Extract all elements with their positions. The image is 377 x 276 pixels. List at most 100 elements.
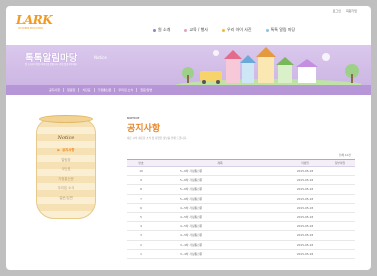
row-attachment	[325, 184, 355, 195]
logo-text: LARK	[16, 13, 53, 27]
subnav-item-qna[interactable]: 질문/답변	[137, 88, 155, 92]
row-date: 2015-05-18	[285, 212, 325, 223]
row-number: 9	[127, 175, 155, 186]
banner-title-en: Notice	[94, 55, 107, 60]
table-row[interactable]: 8 5~6차 가정통신문 2015-05-18	[127, 184, 355, 195]
nav-label: 톡톡 알림 마당	[270, 27, 296, 32]
bullet-icon	[221, 28, 225, 32]
row-number: 1	[127, 249, 155, 259]
column-header: 번호	[127, 159, 155, 167]
arrow-right-icon: ▶	[57, 148, 61, 152]
subnav-item-home-news[interactable]: 우리집 소식	[115, 88, 138, 92]
row-number: 5	[127, 212, 155, 223]
page-frame: LARK CHILDREN EDUCATION 로그인 회원가입 원 소개 교육…	[6, 6, 371, 270]
table-row[interactable]: 7 5~6차 가정통신문 2015-05-18	[127, 194, 355, 204]
row-title-link[interactable]: 3~4차 가정통신문	[155, 240, 285, 250]
side-item-home-news[interactable]: 우리집 소식	[36, 184, 96, 194]
nav-label: 우리 아이 사진	[226, 27, 252, 32]
side-item-letter[interactable]: 가정통신문	[36, 175, 96, 185]
subnav-item-notice[interactable]: 공지사항	[46, 88, 65, 92]
row-number: 6	[127, 203, 155, 213]
row-attachment	[325, 221, 355, 232]
bullet-icon	[184, 28, 188, 32]
section-label: NOTICE	[127, 116, 140, 120]
column-header: 첨부파일	[325, 159, 355, 167]
row-date: 2015-05-18	[285, 230, 325, 241]
row-date: 2015-05-18	[285, 175, 325, 186]
side-item-qna[interactable]: 질문/답변	[36, 194, 96, 204]
banner-title: 톡톡알림마당	[25, 53, 78, 64]
row-title-link[interactable]: 4~5차 가정통신문	[155, 212, 285, 223]
table-body: 10 5~6차 가정통신문 2015-05-18 9 5~6차 가정통신문 2015-05…	[127, 166, 355, 259]
page-title: 공지사항	[127, 124, 161, 134]
row-attachment	[325, 194, 355, 204]
total-count: 전체 10건	[338, 153, 351, 157]
row-attachment	[325, 249, 355, 259]
table-row[interactable]: 10 5~6차 가정통신문 2015-05-18	[127, 166, 355, 177]
side-menu-list: ▶ 공지사항 알림장 식단표 가정통신문 우리집 소식 질문/답변	[36, 146, 96, 203]
row-date: 2015-05-18	[285, 166, 325, 177]
main-nav: 원 소개 교육 / 행사 우리 아이 사진 톡톡 알림 마당	[146, 27, 302, 33]
side-menu: Notice ▶ 공지사항 알림장 식단표 가정통신문 우리집 소식 질문/답변	[36, 115, 96, 219]
row-title-link[interactable]: 4~5차 가정통신문	[155, 221, 285, 232]
logo[interactable]: LARK CHILDREN EDUCATION	[16, 13, 56, 35]
row-attachment	[325, 240, 355, 250]
row-date: 2015-05-18	[285, 194, 325, 204]
bullet-icon	[153, 28, 156, 32]
nav-item-photos[interactable]: 우리 아이 사진	[215, 27, 259, 33]
table-row[interactable]: 1 3~4차 가정통신문 2015-05-18	[127, 249, 355, 259]
nav-item-notice[interactable]: 톡톡 알림 마당	[259, 27, 303, 33]
row-title-link[interactable]: 5~6차 가정통신문	[155, 166, 285, 177]
row-title-link[interactable]: 3~4차 가정통신문	[155, 249, 285, 259]
row-date: 2015-05-18	[285, 249, 325, 259]
side-item-memo[interactable]: 알림장	[36, 156, 96, 166]
nav-item-about[interactable]: 원 소개	[146, 27, 177, 33]
row-date: 2015-05-18	[285, 184, 325, 195]
row-title-link[interactable]: 5~6차 가정통신문	[155, 175, 285, 186]
side-item-notice[interactable]: ▶ 공지사항	[36, 146, 96, 156]
join-link[interactable]: 회원가입	[346, 9, 357, 13]
row-number: 8	[127, 184, 155, 195]
row-title-link[interactable]: 4~5차 가정통신문	[155, 230, 285, 241]
side-item-menu[interactable]: 식단표	[36, 165, 96, 175]
table-row[interactable]: 4 4~5차 가정통신문 2015-05-18	[127, 221, 355, 232]
nav-label: 원 소개	[158, 27, 171, 32]
side-menu-cap	[39, 115, 93, 123]
page-banner: 톡톡알림마당 Notice 원 소식과 다양한 이야기를 전합니다. 관심 있게…	[6, 45, 371, 85]
row-date: 2015-05-18	[285, 221, 325, 232]
notice-table: 번호 제목 작성일 첨부파일 10 5~6차 가정통신문 2015-05-18 9 5~…	[127, 159, 355, 259]
side-menu-title: Notice	[57, 135, 75, 141]
page-description: 새로 시작 새로운 소식 및 다양한 정보를 전해 드립니다.	[127, 137, 187, 140]
logo-tagline: CHILDREN EDUCATION	[18, 27, 43, 30]
row-attachment	[325, 203, 355, 213]
main-content: NOTICE 공지사항 새로 시작 새로운 소식 및 다양한 정보를 전해 드립…	[127, 116, 355, 259]
subnav-item-menu[interactable]: 식단표	[79, 88, 95, 92]
sub-nav: 공지사항 알림장 식단표 가정통신문 우리집 소식 질문/답변	[6, 85, 371, 95]
town-illustration	[176, 47, 361, 85]
column-header: 작성일	[285, 159, 325, 167]
row-number: 2	[127, 240, 155, 250]
row-number: 7	[127, 194, 155, 204]
row-date: 2015-05-18	[285, 203, 325, 213]
row-title-link[interactable]: 5~6차 가정통신문	[155, 194, 285, 204]
table-row[interactable]: 3 4~5차 가정통신문 2015-05-18	[127, 230, 355, 241]
login-link[interactable]: 로그인	[333, 9, 341, 13]
row-title-link[interactable]: 5~6차 가정통신문	[155, 184, 285, 195]
table-row[interactable]: 6 4~5차 가정통신문 2015-05-18	[127, 203, 355, 213]
row-attachment	[325, 212, 355, 223]
row-title-link[interactable]: 4~5차 가정통신문	[155, 203, 285, 213]
row-number: 10	[127, 166, 155, 177]
nav-label: 교육 / 행사	[189, 27, 208, 32]
column-header: 제목	[155, 159, 285, 167]
utility-links: 로그인 회원가입	[333, 9, 357, 13]
banner-description: 원 소식과 다양한 이야기를 전합니다. 관심 있게 봐주세요.	[25, 63, 78, 66]
subnav-item-memo[interactable]: 알림장	[64, 88, 80, 92]
subnav-item-letter[interactable]: 가정통신문	[95, 88, 116, 92]
table-row[interactable]: 2 3~4차 가정통신문 2015-05-18	[127, 240, 355, 250]
table-row[interactable]: 9 5~6차 가정통신문 2015-05-18	[127, 175, 355, 186]
row-attachment	[325, 175, 355, 186]
row-attachment	[325, 230, 355, 241]
nav-item-education[interactable]: 교육 / 행사	[177, 27, 215, 33]
row-number: 3	[127, 230, 155, 241]
table-row[interactable]: 5 4~5차 가정통신문 2015-05-18	[127, 212, 355, 223]
